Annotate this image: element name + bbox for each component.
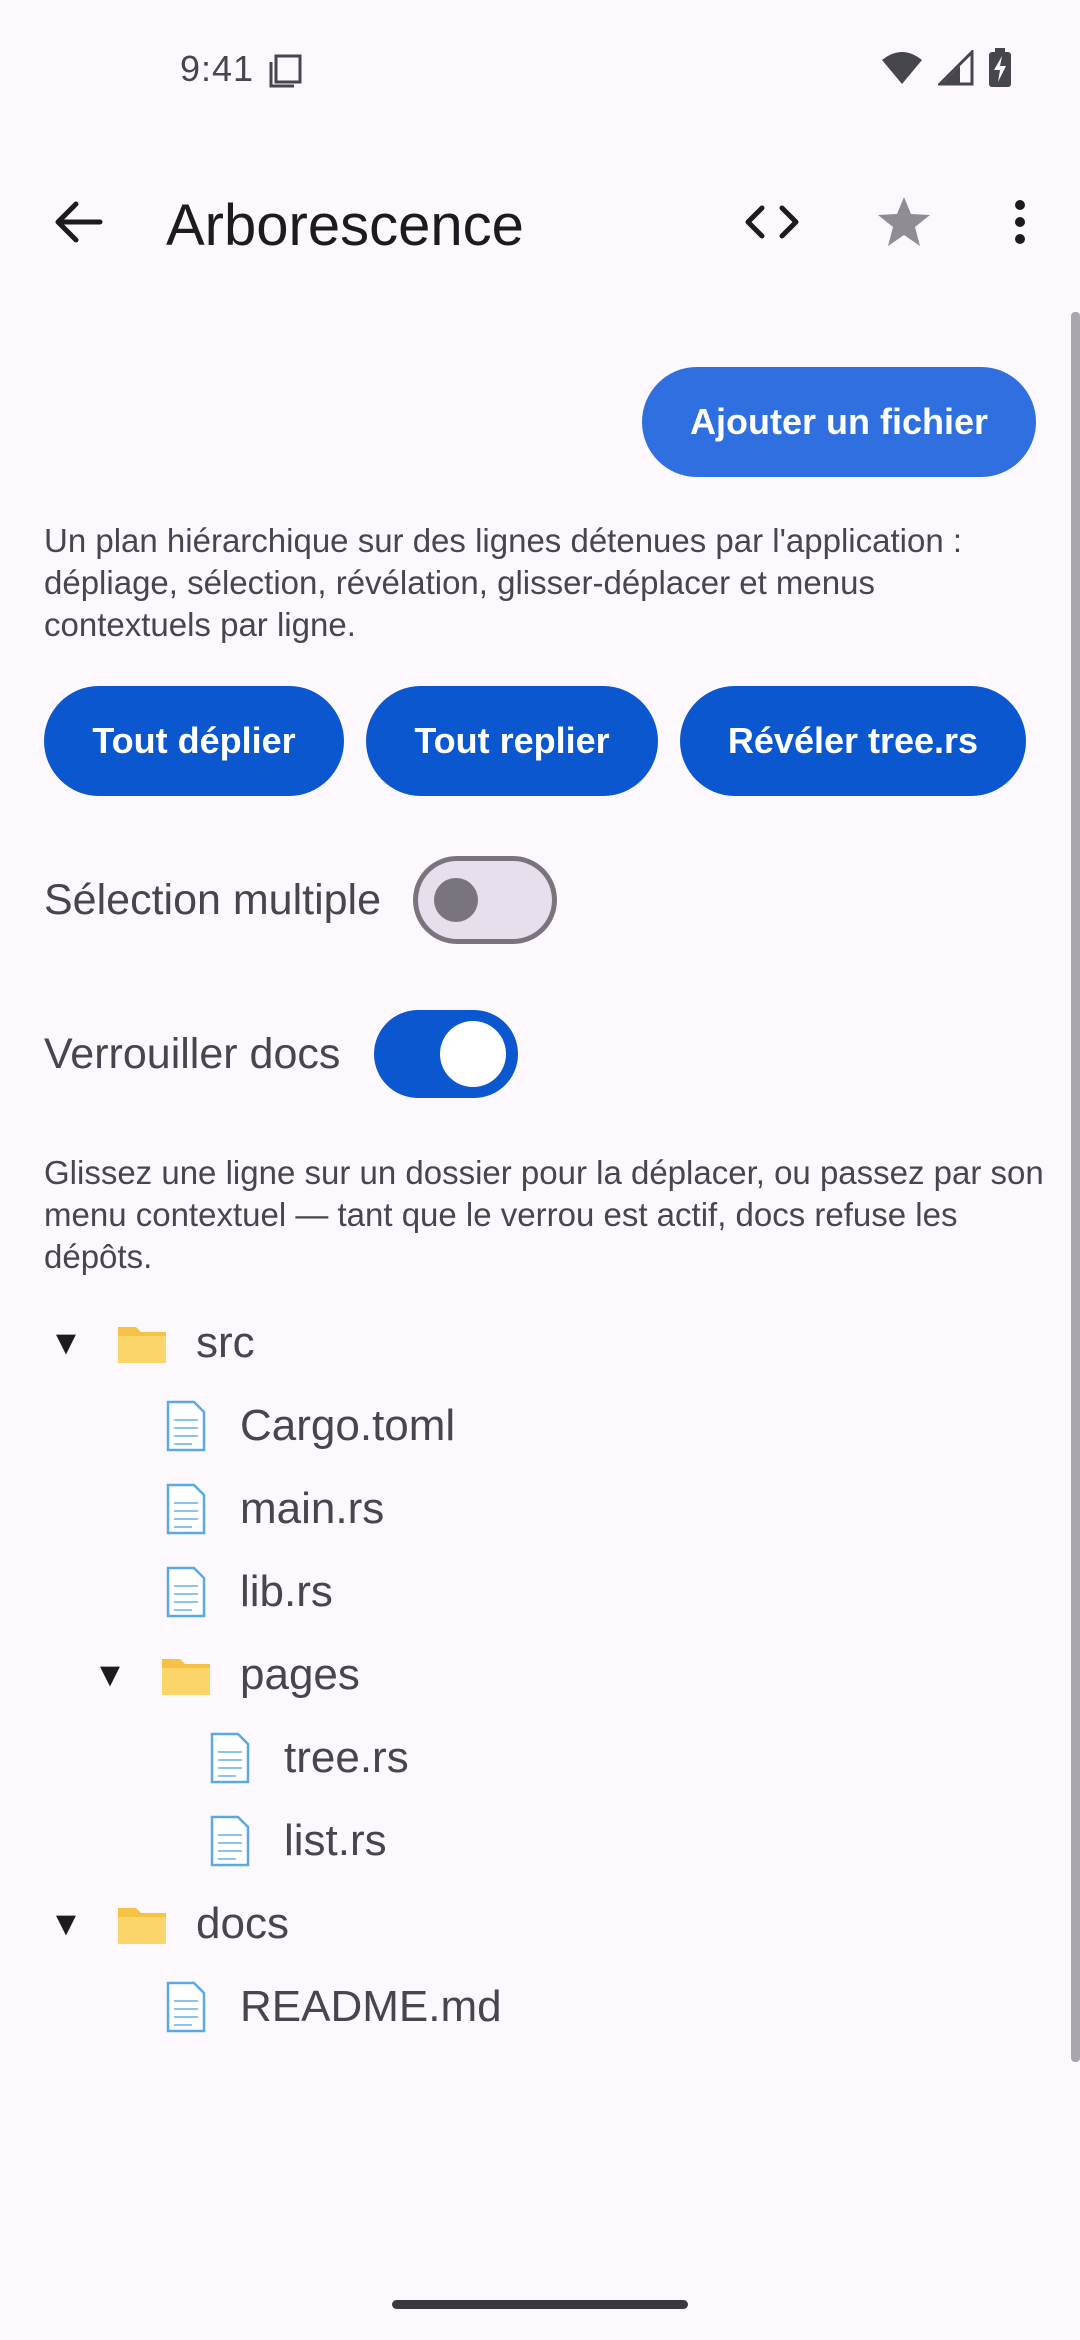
file-icon [156, 1566, 216, 1618]
tree-node-label: lib.rs [240, 1567, 333, 1616]
gesture-nav-handle[interactable] [392, 2300, 688, 2309]
folder-icon [112, 1317, 172, 1369]
tree-row-list-rs[interactable]: list.rs [200, 1801, 387, 1881]
arrow-back-icon [52, 200, 104, 249]
tree-row-main-rs[interactable]: main.rs [156, 1469, 384, 1549]
code-icon [742, 202, 802, 247]
favorite-button[interactable] [862, 182, 946, 266]
lock-docs-switch[interactable] [374, 1010, 519, 1098]
tree-node-label: pages [240, 1650, 360, 1699]
tree-actions: Tout déplier Tout replier Révéler tree.r… [44, 686, 1026, 796]
status-icons [880, 47, 1012, 93]
folder-icon [112, 1898, 172, 1950]
scrollbar[interactable] [1071, 312, 1080, 2062]
tree-row-readme-md[interactable]: README.md [156, 1967, 502, 2047]
tree-row-pages[interactable]: ▼ pages [88, 1635, 360, 1715]
reveal-file-button[interactable]: Révéler tree.rs [680, 686, 1026, 796]
tree-node-label: src [196, 1318, 255, 1367]
tree-node-label: README.md [240, 1982, 502, 2031]
switch-thumb [434, 878, 479, 922]
file-icon [156, 1981, 216, 2033]
sim-card-icon [268, 54, 304, 88]
folder-icon [156, 1649, 216, 1701]
switch-thumb [440, 1021, 507, 1087]
wifi-icon [880, 50, 924, 91]
file-icon [156, 1400, 216, 1452]
caret-expanded-icon[interactable]: ▼ [44, 1324, 88, 1363]
file-icon [200, 1815, 260, 1867]
battery-charging-icon [988, 47, 1012, 93]
more-vert-icon [1013, 199, 1027, 250]
drag-hint-text: Glissez une ligne sur un dossier pour la… [44, 1154, 1044, 1275]
tree-node-label: main.rs [240, 1484, 385, 1533]
multi-select-label: Sélection multiple [44, 875, 382, 924]
screen: 9:41 Arborescence Ajouter un fichier Un … [0, 0, 1080, 2340]
tree-node-label: docs [196, 1899, 289, 1948]
description-text: Un plan hiérarchique sur des lignes déte… [44, 522, 963, 643]
overflow-menu-button[interactable] [978, 182, 1062, 266]
tree-row-src[interactable]: ▼ src [44, 1303, 255, 1383]
expand-all-button[interactable]: Tout déplier [44, 686, 344, 796]
file-icon [200, 1732, 260, 1784]
caret-expanded-icon[interactable]: ▼ [44, 1905, 88, 1944]
collapse-all-button[interactable]: Tout replier [366, 686, 658, 796]
view-source-button[interactable] [730, 182, 814, 266]
tree-row-lib-rs[interactable]: lib.rs [156, 1552, 333, 1632]
tree-node-label: list.rs [284, 1816, 387, 1865]
caret-expanded-icon[interactable]: ▼ [88, 1656, 132, 1695]
tree-node-label: Cargo.toml [240, 1401, 456, 1450]
page-title: Arborescence [166, 193, 524, 258]
multi-select-switch[interactable] [413, 856, 558, 944]
lock-docs-row: Verrouiller docs [44, 1010, 519, 1098]
add-file-button[interactable]: Ajouter un fichier [642, 367, 1036, 477]
status-bar: 9:41 [0, 0, 1080, 140]
signal-icon [936, 47, 974, 91]
file-icon [156, 1483, 216, 1535]
status-time: 9:41 [180, 48, 255, 89]
star-icon [876, 195, 932, 254]
tree-node-label: tree.rs [284, 1733, 409, 1782]
tree-row-tree-rs[interactable]: tree.rs [200, 1718, 409, 1798]
back-button[interactable] [36, 182, 120, 266]
top-app-bar: Arborescence [0, 170, 1080, 280]
tree-row-docs[interactable]: ▼ docs [44, 1884, 289, 1964]
lock-docs-label: Verrouiller docs [44, 1029, 341, 1078]
multi-select-row: Sélection multiple [44, 856, 558, 944]
tree-row-cargo-toml[interactable]: Cargo.toml [156, 1386, 455, 1466]
